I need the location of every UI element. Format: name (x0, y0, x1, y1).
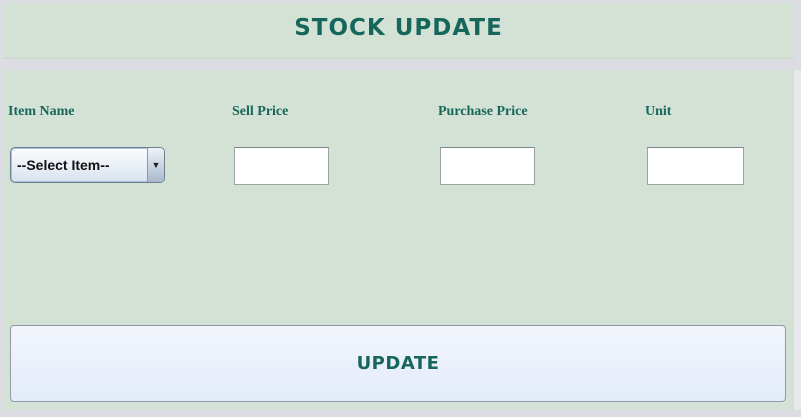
window-edge (794, 70, 801, 410)
chevron-down-icon[interactable]: ▼ (147, 148, 164, 182)
sell-price-label: Sell Price (232, 104, 289, 119)
purchase-price-label: Purchase Price (438, 104, 528, 119)
unit-input[interactable] (647, 147, 744, 185)
page-title: STOCK UPDATE (294, 15, 503, 41)
unit-label: Unit (645, 104, 672, 119)
item-select-dropdown[interactable]: --Select Item-- ▼ (10, 147, 165, 183)
item-select-value: --Select Item-- (17, 157, 110, 173)
sell-price-input[interactable] (234, 147, 329, 185)
stock-form-panel: Item Name Sell Price Purchase Price Unit… (3, 70, 794, 410)
header-panel: STOCK UPDATE (3, 3, 794, 59)
purchase-price-input[interactable] (440, 147, 535, 185)
update-button[interactable]: UPDATE (10, 325, 786, 402)
item-name-label: Item Name (8, 104, 75, 119)
